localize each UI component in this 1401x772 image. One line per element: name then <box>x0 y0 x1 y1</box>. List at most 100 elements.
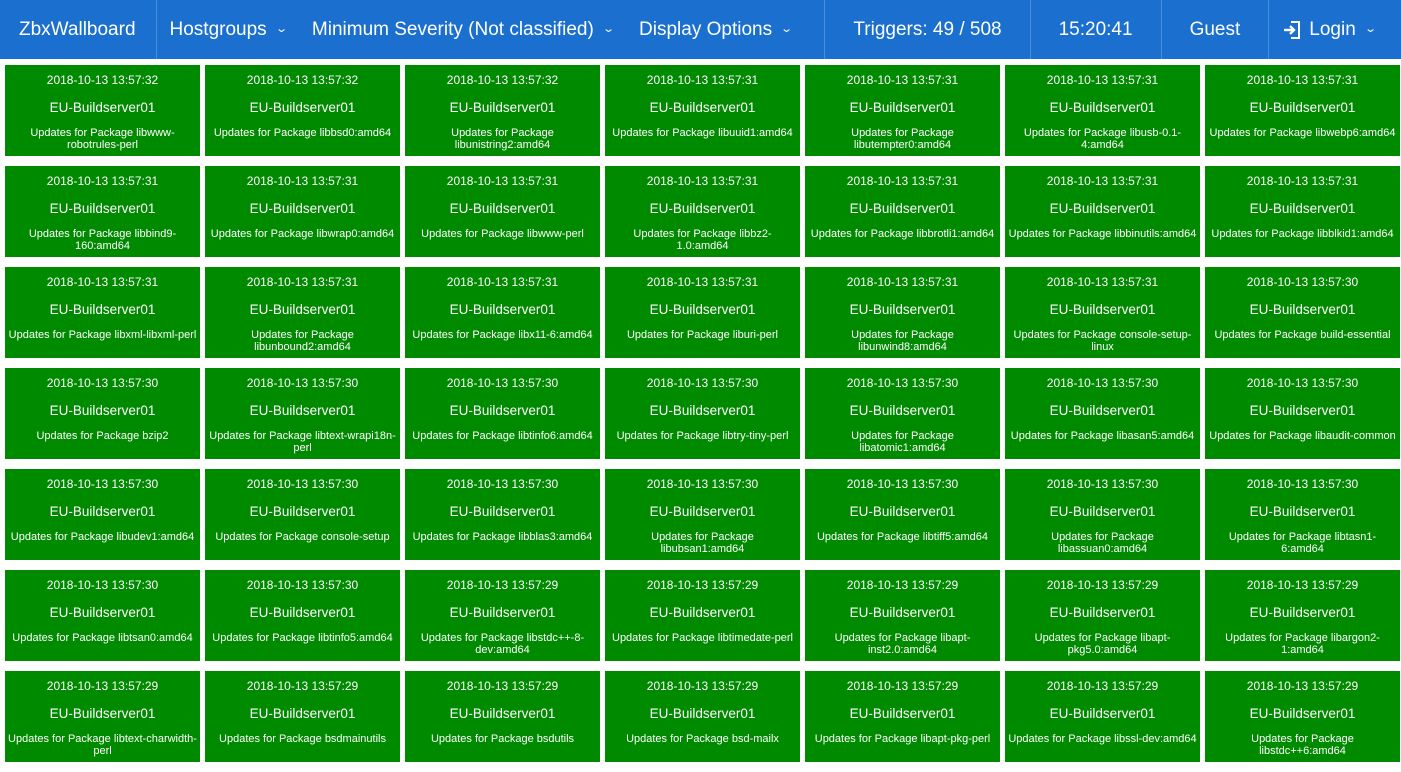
trigger-timestamp: 2018-10-13 13:57:31 <box>846 275 959 289</box>
hostgroups-dropdown[interactable]: Hostgroups ⌄ <box>157 0 299 59</box>
trigger-host: EU-Buildserver01 <box>849 706 956 721</box>
trigger-tile[interactable]: 2018-10-13 13:57:29 EU-Buildserver01 Updat… <box>1205 570 1400 661</box>
trigger-host: EU-Buildserver01 <box>1249 706 1356 721</box>
trigger-tile[interactable]: 2018-10-13 13:57:30 EU-Buildserver01 Updat… <box>205 469 400 560</box>
trigger-tile[interactable]: 2018-10-13 13:57:30 EU-Buildserver01 Updat… <box>1205 469 1400 560</box>
trigger-description: Updates for Package libasan5:amd64 <box>1010 430 1195 442</box>
trigger-tile[interactable]: 2018-10-13 13:57:30 EU-Buildserver01 Updat… <box>205 368 400 459</box>
trigger-tile[interactable]: 2018-10-13 13:57:32 EU-Buildserver01 Updat… <box>5 65 200 156</box>
trigger-tile[interactable]: 2018-10-13 13:57:31 EU-Buildserver01 Updat… <box>1005 65 1200 156</box>
trigger-description: Updates for Package libutempter0:amd64 <box>851 127 954 151</box>
trigger-timestamp: 2018-10-13 13:57:29 <box>846 679 959 693</box>
trigger-timestamp: 2018-10-13 13:57:29 <box>646 679 759 693</box>
trigger-tile[interactable]: 2018-10-13 13:57:31 EU-Buildserver01 Updat… <box>605 65 800 156</box>
trigger-tile[interactable]: 2018-10-13 13:57:31 EU-Buildserver01 Updat… <box>605 267 800 358</box>
trigger-tile[interactable]: 2018-10-13 13:57:31 EU-Buildserver01 Updat… <box>5 166 200 257</box>
trigger-timestamp: 2018-10-13 13:57:31 <box>646 174 759 188</box>
trigger-tile[interactable]: 2018-10-13 13:57:30 EU-Buildserver01 Updat… <box>605 368 800 459</box>
trigger-description: Updates for Package libapt-pkg5.0:amd64 <box>1034 632 1171 656</box>
trigger-timestamp: 2018-10-13 13:57:31 <box>846 174 959 188</box>
trigger-tile[interactable]: 2018-10-13 13:57:29 EU-Buildserver01 Updat… <box>1205 671 1400 762</box>
trigger-tile[interactable]: 2018-10-13 13:57:29 EU-Buildserver01 Updat… <box>405 671 600 762</box>
trigger-tile[interactable]: 2018-10-13 13:57:31 EU-Buildserver01 Updat… <box>1005 267 1200 358</box>
trigger-tile[interactable]: 2018-10-13 13:57:31 EU-Buildserver01 Updat… <box>1205 166 1400 257</box>
clock-label: 15:20:41 <box>1058 18 1133 40</box>
trigger-tile[interactable]: 2018-10-13 13:57:31 EU-Buildserver01 Updat… <box>1005 166 1200 257</box>
trigger-timestamp: 2018-10-13 13:57:32 <box>246 73 359 87</box>
trigger-tile[interactable]: 2018-10-13 13:57:30 EU-Buildserver01 Updat… <box>5 469 200 560</box>
trigger-timestamp: 2018-10-13 13:57:31 <box>1246 73 1359 87</box>
login-label: Login <box>1309 18 1356 40</box>
trigger-tile[interactable]: 2018-10-13 13:57:29 EU-Buildserver01 Updat… <box>5 671 200 762</box>
login-dropdown[interactable]: Login ⌄ <box>1268 0 1401 59</box>
trigger-description: Updates for Package libargon2-1:amd64 <box>1225 632 1380 656</box>
trigger-description: Updates for Package bzip2 <box>36 430 169 442</box>
trigger-tile[interactable]: 2018-10-13 13:57:29 EU-Buildserver01 Updat… <box>1005 570 1200 661</box>
trigger-tile[interactable]: 2018-10-13 13:57:29 EU-Buildserver01 Updat… <box>805 671 1000 762</box>
trigger-tile[interactable]: 2018-10-13 13:57:30 EU-Buildserver01 Updat… <box>805 368 1000 459</box>
trigger-host: EU-Buildserver01 <box>49 605 156 620</box>
trigger-tile[interactable]: 2018-10-13 13:57:30 EU-Buildserver01 Updat… <box>1205 267 1400 358</box>
trigger-tile[interactable]: 2018-10-13 13:57:30 EU-Buildserver01 Updat… <box>405 368 600 459</box>
trigger-tile[interactable]: 2018-10-13 13:57:29 EU-Buildserver01 Updat… <box>405 570 600 661</box>
trigger-tile[interactable]: 2018-10-13 13:57:31 EU-Buildserver01 Updat… <box>805 166 1000 257</box>
trigger-tile[interactable]: 2018-10-13 13:57:30 EU-Buildserver01 Updat… <box>1005 469 1200 560</box>
trigger-tile[interactable]: 2018-10-13 13:57:31 EU-Buildserver01 Updat… <box>805 267 1000 358</box>
trigger-timestamp: 2018-10-13 13:57:29 <box>646 578 759 592</box>
trigger-tile[interactable]: 2018-10-13 13:57:31 EU-Buildserver01 Updat… <box>605 166 800 257</box>
trigger-timestamp: 2018-10-13 13:57:29 <box>1046 679 1159 693</box>
trigger-description: Updates for Package liburi-perl <box>626 329 779 341</box>
trigger-host: EU-Buildserver01 <box>249 302 356 317</box>
trigger-tile[interactable]: 2018-10-13 13:57:32 EU-Buildserver01 Updat… <box>405 65 600 156</box>
trigger-timestamp: 2018-10-13 13:57:31 <box>1046 174 1159 188</box>
trigger-tile[interactable]: 2018-10-13 13:57:31 EU-Buildserver01 Updat… <box>1205 65 1400 156</box>
trigger-tile[interactable]: 2018-10-13 13:57:30 EU-Buildserver01 Updat… <box>205 570 400 661</box>
trigger-tile[interactable]: 2018-10-13 13:57:30 EU-Buildserver01 Updat… <box>405 469 600 560</box>
trigger-timestamp: 2018-10-13 13:57:29 <box>446 679 559 693</box>
current-user: Guest <box>1160 0 1269 59</box>
trigger-tile[interactable]: 2018-10-13 13:57:29 EU-Buildserver01 Updat… <box>605 671 800 762</box>
trigger-tile[interactable]: 2018-10-13 13:57:29 EU-Buildserver01 Updat… <box>805 570 1000 661</box>
trigger-timestamp: 2018-10-13 13:57:31 <box>46 174 159 188</box>
trigger-grid: 2018-10-13 13:57:32 EU-Buildserver01 Updat… <box>5 65 1400 762</box>
display-options-dropdown[interactable]: Display Options ⌄ <box>626 0 804 59</box>
trigger-tile[interactable]: 2018-10-13 13:57:29 EU-Buildserver01 Updat… <box>605 570 800 661</box>
app-brand[interactable]: ZbxWallboard <box>0 0 157 59</box>
min-severity-dropdown[interactable]: Minimum Severity (Not classified) ⌄ <box>299 0 626 59</box>
trigger-host: EU-Buildserver01 <box>849 403 956 418</box>
trigger-tile[interactable]: 2018-10-13 13:57:32 EU-Buildserver01 Updat… <box>205 65 400 156</box>
trigger-description: Updates for Package libx11-6:amd64 <box>412 329 593 341</box>
trigger-host: EU-Buildserver01 <box>1049 302 1156 317</box>
trigger-description: Updates for Package libaudit-common <box>1209 430 1396 442</box>
trigger-timestamp: 2018-10-13 13:57:30 <box>1246 275 1359 289</box>
sign-in-icon <box>1283 20 1301 39</box>
trigger-description: Updates for Package libssl-dev:amd64 <box>1008 733 1197 745</box>
trigger-tile[interactable]: 2018-10-13 13:57:30 EU-Buildserver01 Updat… <box>805 469 1000 560</box>
trigger-host: EU-Buildserver01 <box>849 100 956 115</box>
trigger-tile[interactable]: 2018-10-13 13:57:31 EU-Buildserver01 Updat… <box>205 267 400 358</box>
trigger-description: Updates for Package build-essential <box>1214 329 1391 341</box>
trigger-host: EU-Buildserver01 <box>249 706 356 721</box>
trigger-description: Updates for Package libwww-robotrules-pe… <box>30 127 175 151</box>
trigger-host: EU-Buildserver01 <box>49 201 156 216</box>
trigger-tile[interactable]: 2018-10-13 13:57:31 EU-Buildserver01 Updat… <box>405 267 600 358</box>
chevron-down-icon: ⌄ <box>274 23 288 35</box>
trigger-tile[interactable]: 2018-10-13 13:57:30 EU-Buildserver01 Updat… <box>605 469 800 560</box>
trigger-count: Triggers: 49 / 508 <box>824 0 1029 59</box>
trigger-tile[interactable]: 2018-10-13 13:57:29 EU-Buildserver01 Updat… <box>205 671 400 762</box>
trigger-tile[interactable]: 2018-10-13 13:57:29 EU-Buildserver01 Updat… <box>1005 671 1200 762</box>
trigger-timestamp: 2018-10-13 13:57:31 <box>446 275 559 289</box>
trigger-host: EU-Buildserver01 <box>1249 201 1356 216</box>
trigger-tile[interactable]: 2018-10-13 13:57:30 EU-Buildserver01 Updat… <box>1205 368 1400 459</box>
trigger-host: EU-Buildserver01 <box>649 605 756 620</box>
trigger-tile[interactable]: 2018-10-13 13:57:31 EU-Buildserver01 Updat… <box>205 166 400 257</box>
trigger-tile[interactable]: 2018-10-13 13:57:30 EU-Buildserver01 Updat… <box>1005 368 1200 459</box>
trigger-tile[interactable]: 2018-10-13 13:57:31 EU-Buildserver01 Updat… <box>405 166 600 257</box>
trigger-tile[interactable]: 2018-10-13 13:57:30 EU-Buildserver01 Updat… <box>5 570 200 661</box>
trigger-timestamp: 2018-10-13 13:57:29 <box>246 679 359 693</box>
trigger-host: EU-Buildserver01 <box>249 100 356 115</box>
trigger-tile[interactable]: 2018-10-13 13:57:31 EU-Buildserver01 Updat… <box>805 65 1000 156</box>
trigger-tile[interactable]: 2018-10-13 13:57:30 EU-Buildserver01 Updat… <box>5 368 200 459</box>
trigger-tile[interactable]: 2018-10-13 13:57:31 EU-Buildserver01 Updat… <box>5 267 200 358</box>
trigger-timestamp: 2018-10-13 13:57:31 <box>1246 174 1359 188</box>
